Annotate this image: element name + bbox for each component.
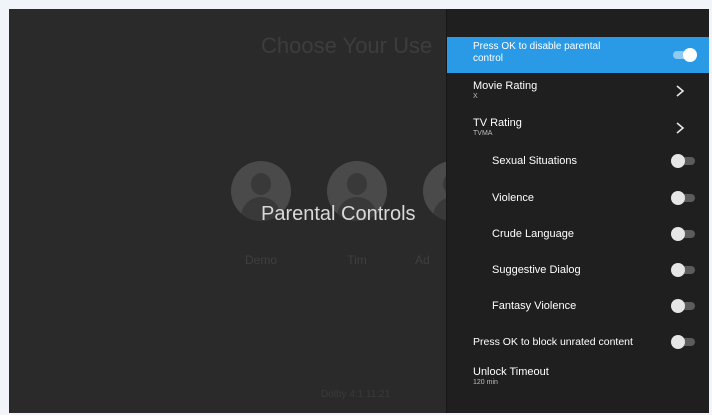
tv-rating-value: TVMA xyxy=(473,130,493,137)
movie-rating-row[interactable]: Movie Rating X xyxy=(447,73,709,107)
tv-screen: Choose Your Use Demo Tim Ad Parental Con… xyxy=(9,9,709,413)
toggle-switch-icon[interactable] xyxy=(671,263,697,277)
disable-parental-label: Press OK to disable parental xyxy=(473,41,601,52)
toggle-switch-icon[interactable] xyxy=(671,299,697,313)
parental-controls-panel: Press OK to disable parental control Mov… xyxy=(446,9,709,413)
suggestive-dialog-row[interactable]: Suggestive Dialog xyxy=(447,258,709,282)
bottom-status-text: Dolby 4:1 11:21 xyxy=(321,389,391,400)
unlock-timeout-value: 120 min xyxy=(473,379,498,386)
toggle-switch-icon[interactable] xyxy=(671,191,697,205)
crude-language-label: Crude Language xyxy=(492,228,574,240)
toggle-switch-icon[interactable] xyxy=(671,48,697,62)
user-name-tim: Tim xyxy=(347,253,367,267)
movie-rating-value: X xyxy=(473,93,478,100)
tv-rating-label: TV Rating xyxy=(473,117,522,129)
violence-label: Violence xyxy=(492,192,534,204)
fantasy-violence-row[interactable]: Fantasy Violence xyxy=(447,294,709,318)
block-unrated-label: Press OK to block unrated content xyxy=(473,336,633,348)
violence-row[interactable]: Violence xyxy=(447,186,709,210)
toggle-switch-icon[interactable] xyxy=(671,335,697,349)
block-unrated-row[interactable]: Press OK to block unrated content xyxy=(447,330,709,354)
parental-controls-label: Parental Controls xyxy=(261,203,416,225)
suggestive-dialog-label: Suggestive Dialog xyxy=(492,264,581,276)
toggle-switch-icon[interactable] xyxy=(671,154,697,168)
disable-parental-label-2: control xyxy=(473,53,504,64)
sexual-situations-row[interactable]: Sexual Situations xyxy=(447,149,709,173)
disable-parental-control-row[interactable]: Press OK to disable parental control xyxy=(447,37,709,73)
crude-language-row[interactable]: Crude Language xyxy=(447,222,709,246)
toggle-switch-icon[interactable] xyxy=(671,227,697,241)
sexual-situations-label: Sexual Situations xyxy=(492,155,577,167)
chevron-right-icon xyxy=(676,85,685,97)
user-name-demo: Demo xyxy=(244,253,277,267)
fantasy-violence-label: Fantasy Violence xyxy=(492,300,577,312)
unlock-timeout-label: Unlock Timeout xyxy=(473,366,549,378)
tv-rating-row[interactable]: TV Rating TVMA xyxy=(447,110,709,144)
movie-rating-label: Movie Rating xyxy=(473,80,538,92)
chevron-right-icon xyxy=(676,122,685,134)
unlock-timeout-row[interactable]: Unlock Timeout 120 min xyxy=(447,361,709,395)
